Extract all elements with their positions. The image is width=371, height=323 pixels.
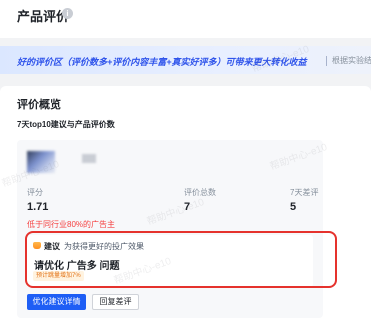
page-header: 产品评价 i xyxy=(0,0,371,30)
info-icon[interactable]: i xyxy=(62,8,73,19)
metric-value-total: 7 xyxy=(184,201,191,213)
overview-subtitle: 7天top10建议与产品评价数 xyxy=(17,120,115,129)
page-title: 产品评价 xyxy=(17,9,70,24)
banner-text: 好的评价区（评价数多+评价内容丰富+真实好评多）可带来更大转化收益 xyxy=(17,57,307,67)
metric-value-score: 1.71 xyxy=(27,201,49,213)
metric-label-total: 评价总数 xyxy=(184,188,216,197)
banner-divider xyxy=(326,56,327,66)
metric-label-score: 评分 xyxy=(27,188,43,197)
product-name-redacted xyxy=(82,154,96,163)
metric-value-negative: 5 xyxy=(290,201,297,213)
overview-title: 评价概览 xyxy=(17,99,61,111)
highlight-frame xyxy=(25,231,337,288)
tip-banner: 好的评价区（评价数多+评价内容丰富+真实好评多）可带来更大转化收益 根据实验结 xyxy=(0,46,371,74)
metric-comparison-note: 低于同行业80%的广告主 xyxy=(27,220,116,229)
banner-hint[interactable]: 根据实验结 xyxy=(332,55,371,66)
product-review-page: 产品评价 i 好的评价区（评价数多+评价内容丰富+真实好评多）可带来更大转化收益… xyxy=(0,0,371,323)
optimization-details-button[interactable]: 优化建议详情 xyxy=(27,294,86,310)
product-thumbnail[interactable] xyxy=(27,151,55,173)
metric-label-negative: 7天差评 xyxy=(290,188,319,197)
reply-negative-button[interactable]: 回复差评 xyxy=(92,294,139,310)
